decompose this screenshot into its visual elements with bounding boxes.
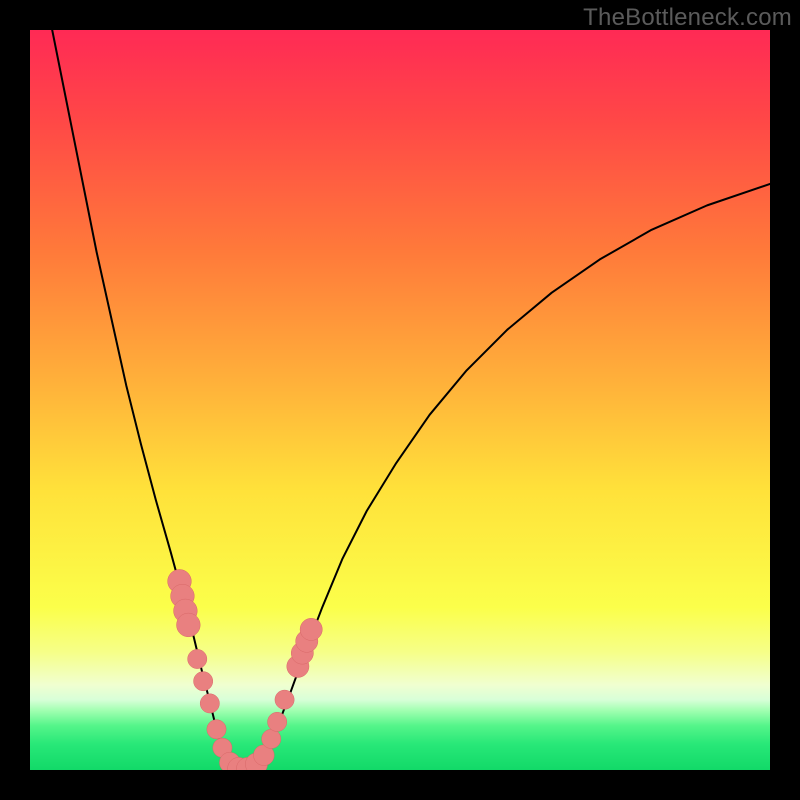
watermark-text: TheBottleneck.com	[583, 4, 792, 32]
plot-area	[30, 30, 770, 770]
gradient-background	[30, 30, 770, 770]
chart-frame: TheBottleneck.com	[0, 0, 800, 800]
